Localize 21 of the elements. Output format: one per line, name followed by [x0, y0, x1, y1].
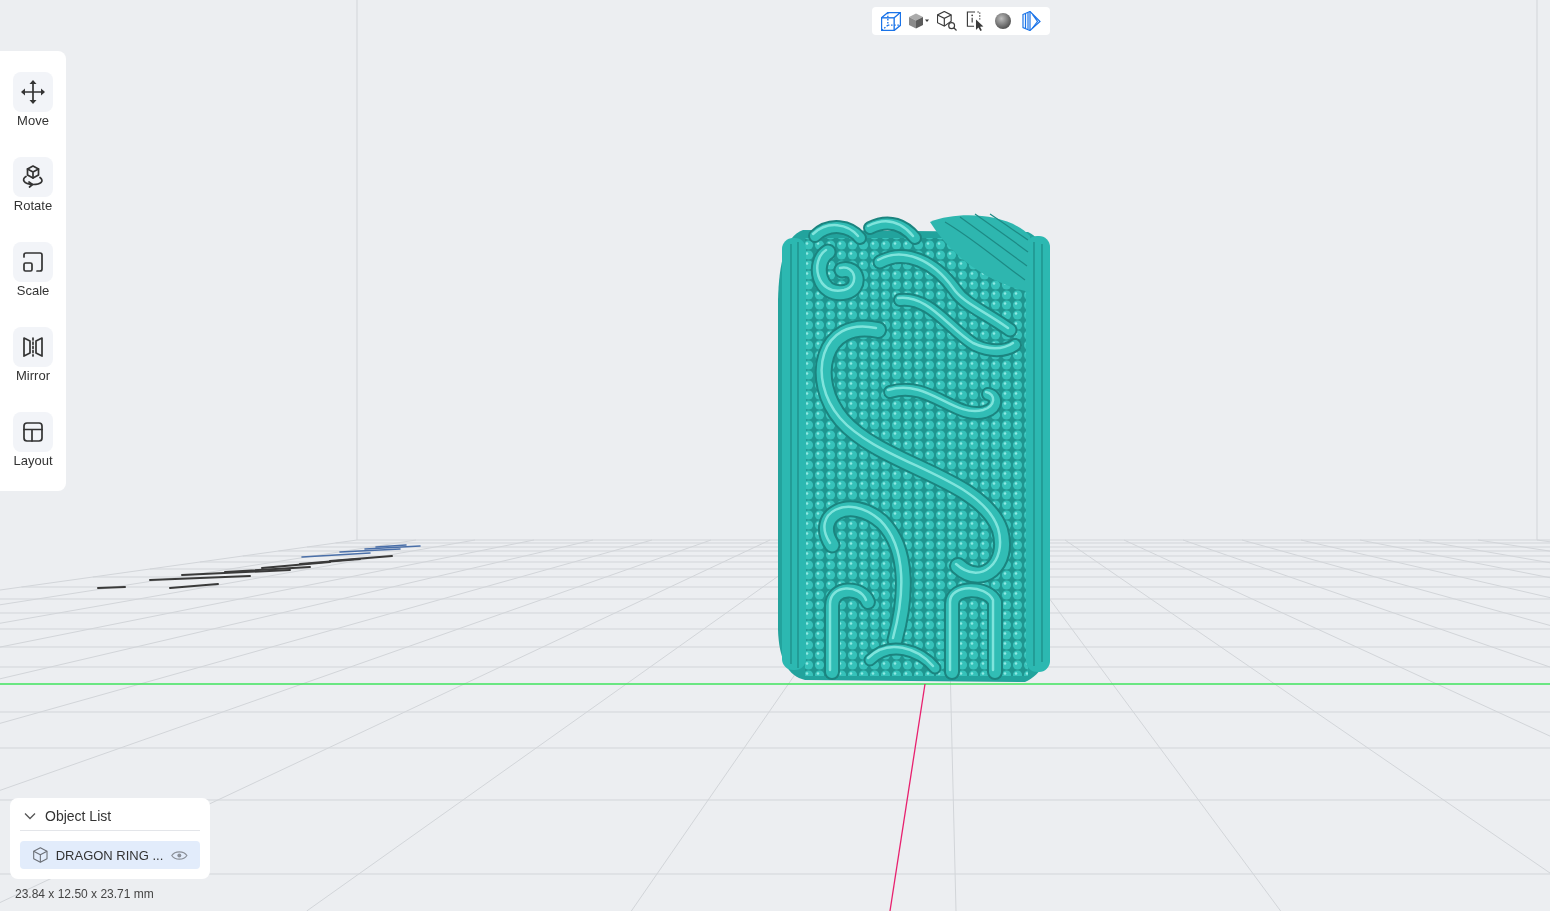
sphere-icon[interactable] [995, 13, 1011, 29]
object-list-item[interactable]: DRAGON RING ... [20, 841, 200, 869]
mirror-halves-icon [13, 327, 53, 367]
cube-magnifier-icon[interactable] [937, 11, 957, 31]
scale-tool-button[interactable]: Scale [13, 242, 53, 299]
rotate-tool-button[interactable]: Rotate [13, 157, 53, 214]
mirror-tool-button[interactable]: Mirror [13, 327, 53, 384]
object-list-header[interactable]: Object List [20, 806, 200, 831]
move-tool-button[interactable]: Move [13, 72, 53, 129]
wireframe-cube-icon[interactable] [881, 11, 901, 31]
layout-tool-button[interactable]: Layout [13, 412, 53, 469]
cube-outline-icon [33, 847, 48, 863]
cursor-select-icon[interactable] [965, 11, 985, 31]
cube-orbit-icon [13, 157, 53, 197]
object-name: DRAGON RING ... [55, 847, 164, 863]
eye-icon[interactable] [171, 849, 188, 861]
layout-panels-icon [13, 412, 53, 452]
striped-prism-icon[interactable] [1021, 11, 1041, 31]
dimensions-label: 23.84 x 12.50 x 23.71 mm [15, 887, 154, 902]
solid-cube-dropdown-icon[interactable] [908, 13, 930, 29]
scale-squares-icon [13, 242, 53, 282]
